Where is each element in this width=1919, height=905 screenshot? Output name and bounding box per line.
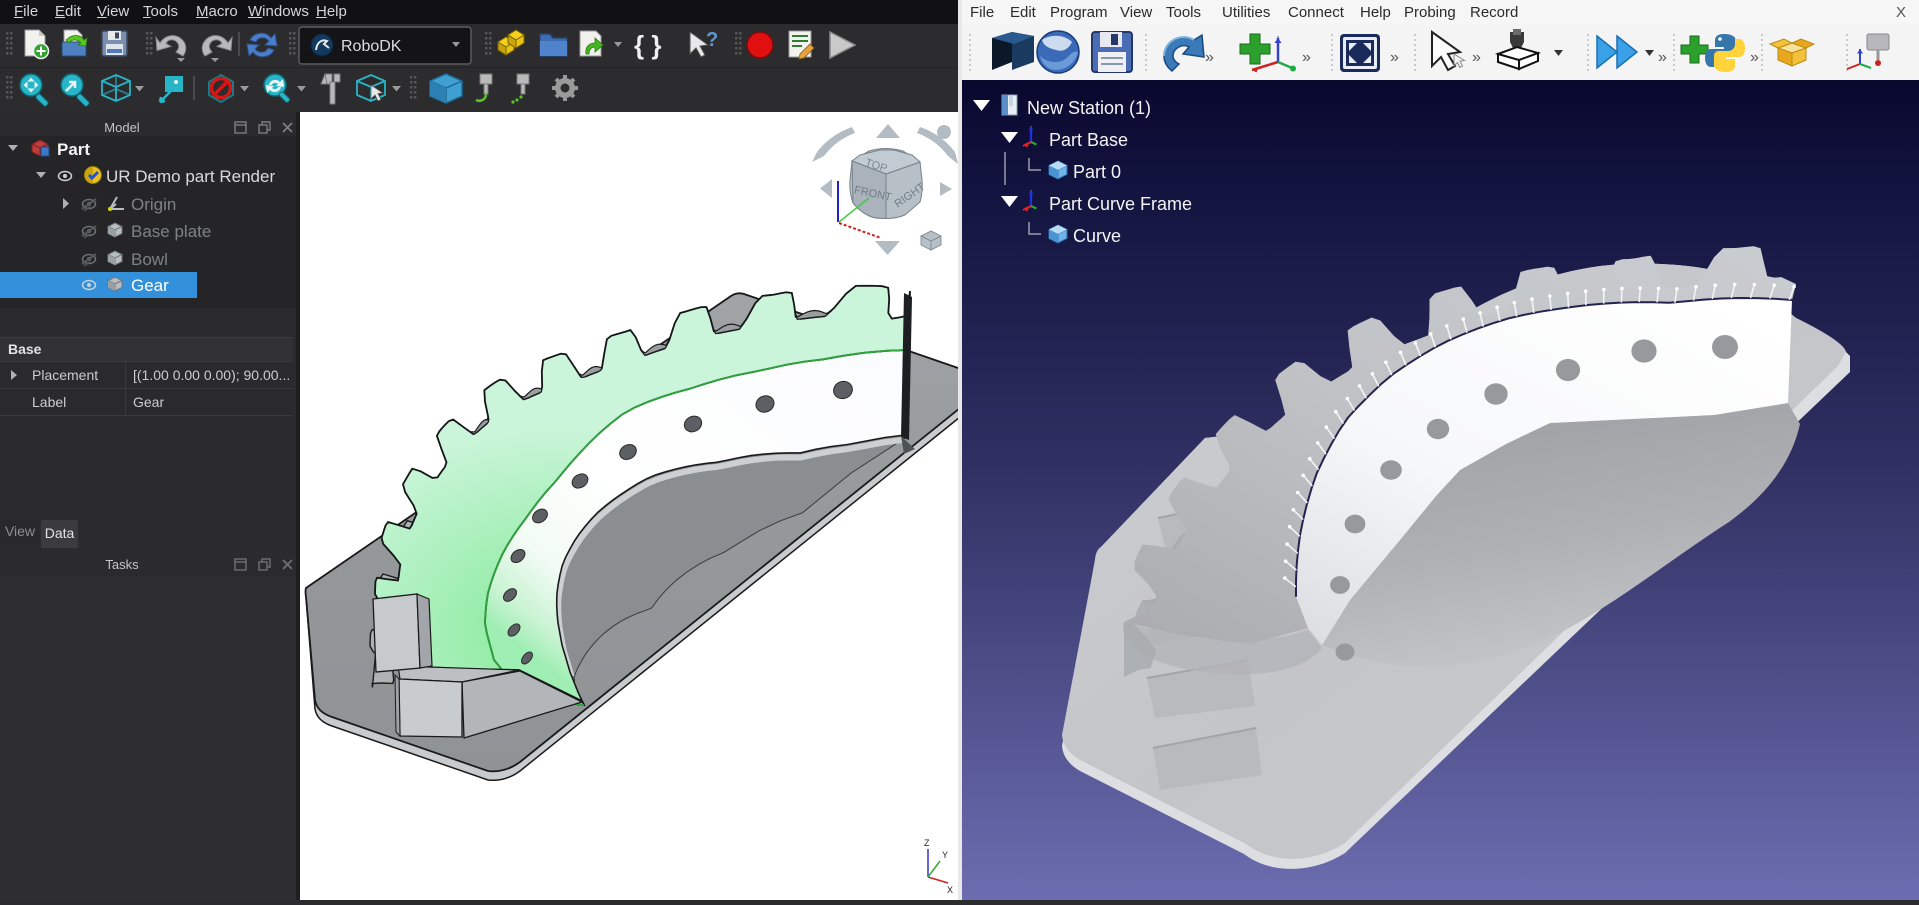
svg-text:Part Base: Part Base xyxy=(1049,130,1128,150)
svg-text:Origin: Origin xyxy=(131,195,176,214)
svg-text:»: » xyxy=(1390,49,1399,66)
svg-text:Part 0: Part 0 xyxy=(1073,162,1121,182)
svg-text:Part Curve Frame: Part Curve Frame xyxy=(1049,194,1192,214)
svg-text:»: » xyxy=(1658,49,1667,66)
svg-text:»: » xyxy=(1302,49,1311,66)
svg-text:»: » xyxy=(1750,49,1759,66)
svg-text:Z: Z xyxy=(924,838,930,848)
svg-text:?: ? xyxy=(706,29,718,51)
svg-text:Base plate: Base plate xyxy=(131,222,211,241)
svg-text:New Station (1): New Station (1) xyxy=(1027,98,1151,118)
svg-text:Part: Part xyxy=(57,140,90,159)
svg-text:X: X xyxy=(947,885,953,895)
svg-text:Curve: Curve xyxy=(1073,226,1121,246)
svg-text:RoboDK: RoboDK xyxy=(341,38,402,55)
svg-text:Gear: Gear xyxy=(131,276,169,295)
svg-text:Y: Y xyxy=(942,850,948,860)
svg-text:UR Demo part Render: UR Demo part Render xyxy=(106,167,275,186)
svg-text:{ }: { } xyxy=(634,30,661,60)
svg-text:»: » xyxy=(1472,49,1481,66)
svg-text:»: » xyxy=(1205,49,1214,66)
svg-text:Bowl: Bowl xyxy=(131,250,168,269)
